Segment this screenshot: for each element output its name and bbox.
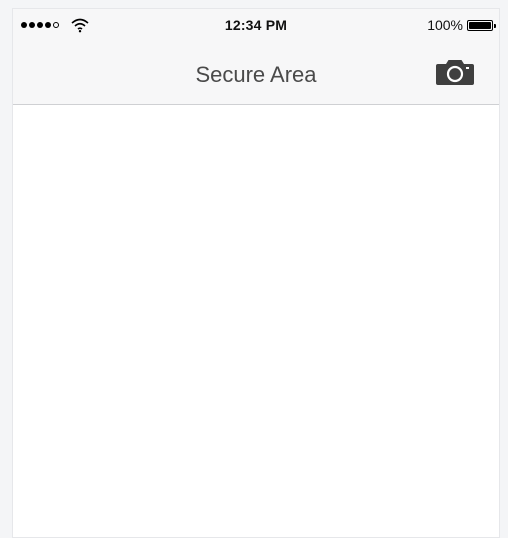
phone-screen: 12:34 PM 100% Secure Area <box>12 8 500 538</box>
status-time: 12:34 PM <box>224 17 288 33</box>
battery-nub <box>494 23 496 28</box>
main-content <box>13 105 499 537</box>
status-bar: 12:34 PM 100% <box>13 9 499 43</box>
battery-status: 100% <box>427 17 496 33</box>
battery-fill <box>469 21 491 29</box>
navigation-bar: Secure Area <box>13 43 499 105</box>
page-title: Secure Area <box>195 62 317 87</box>
camera-button[interactable] <box>435 58 475 86</box>
camera-icon <box>436 60 474 85</box>
battery-icon <box>467 19 496 31</box>
battery-percent: 100% <box>427 17 463 33</box>
